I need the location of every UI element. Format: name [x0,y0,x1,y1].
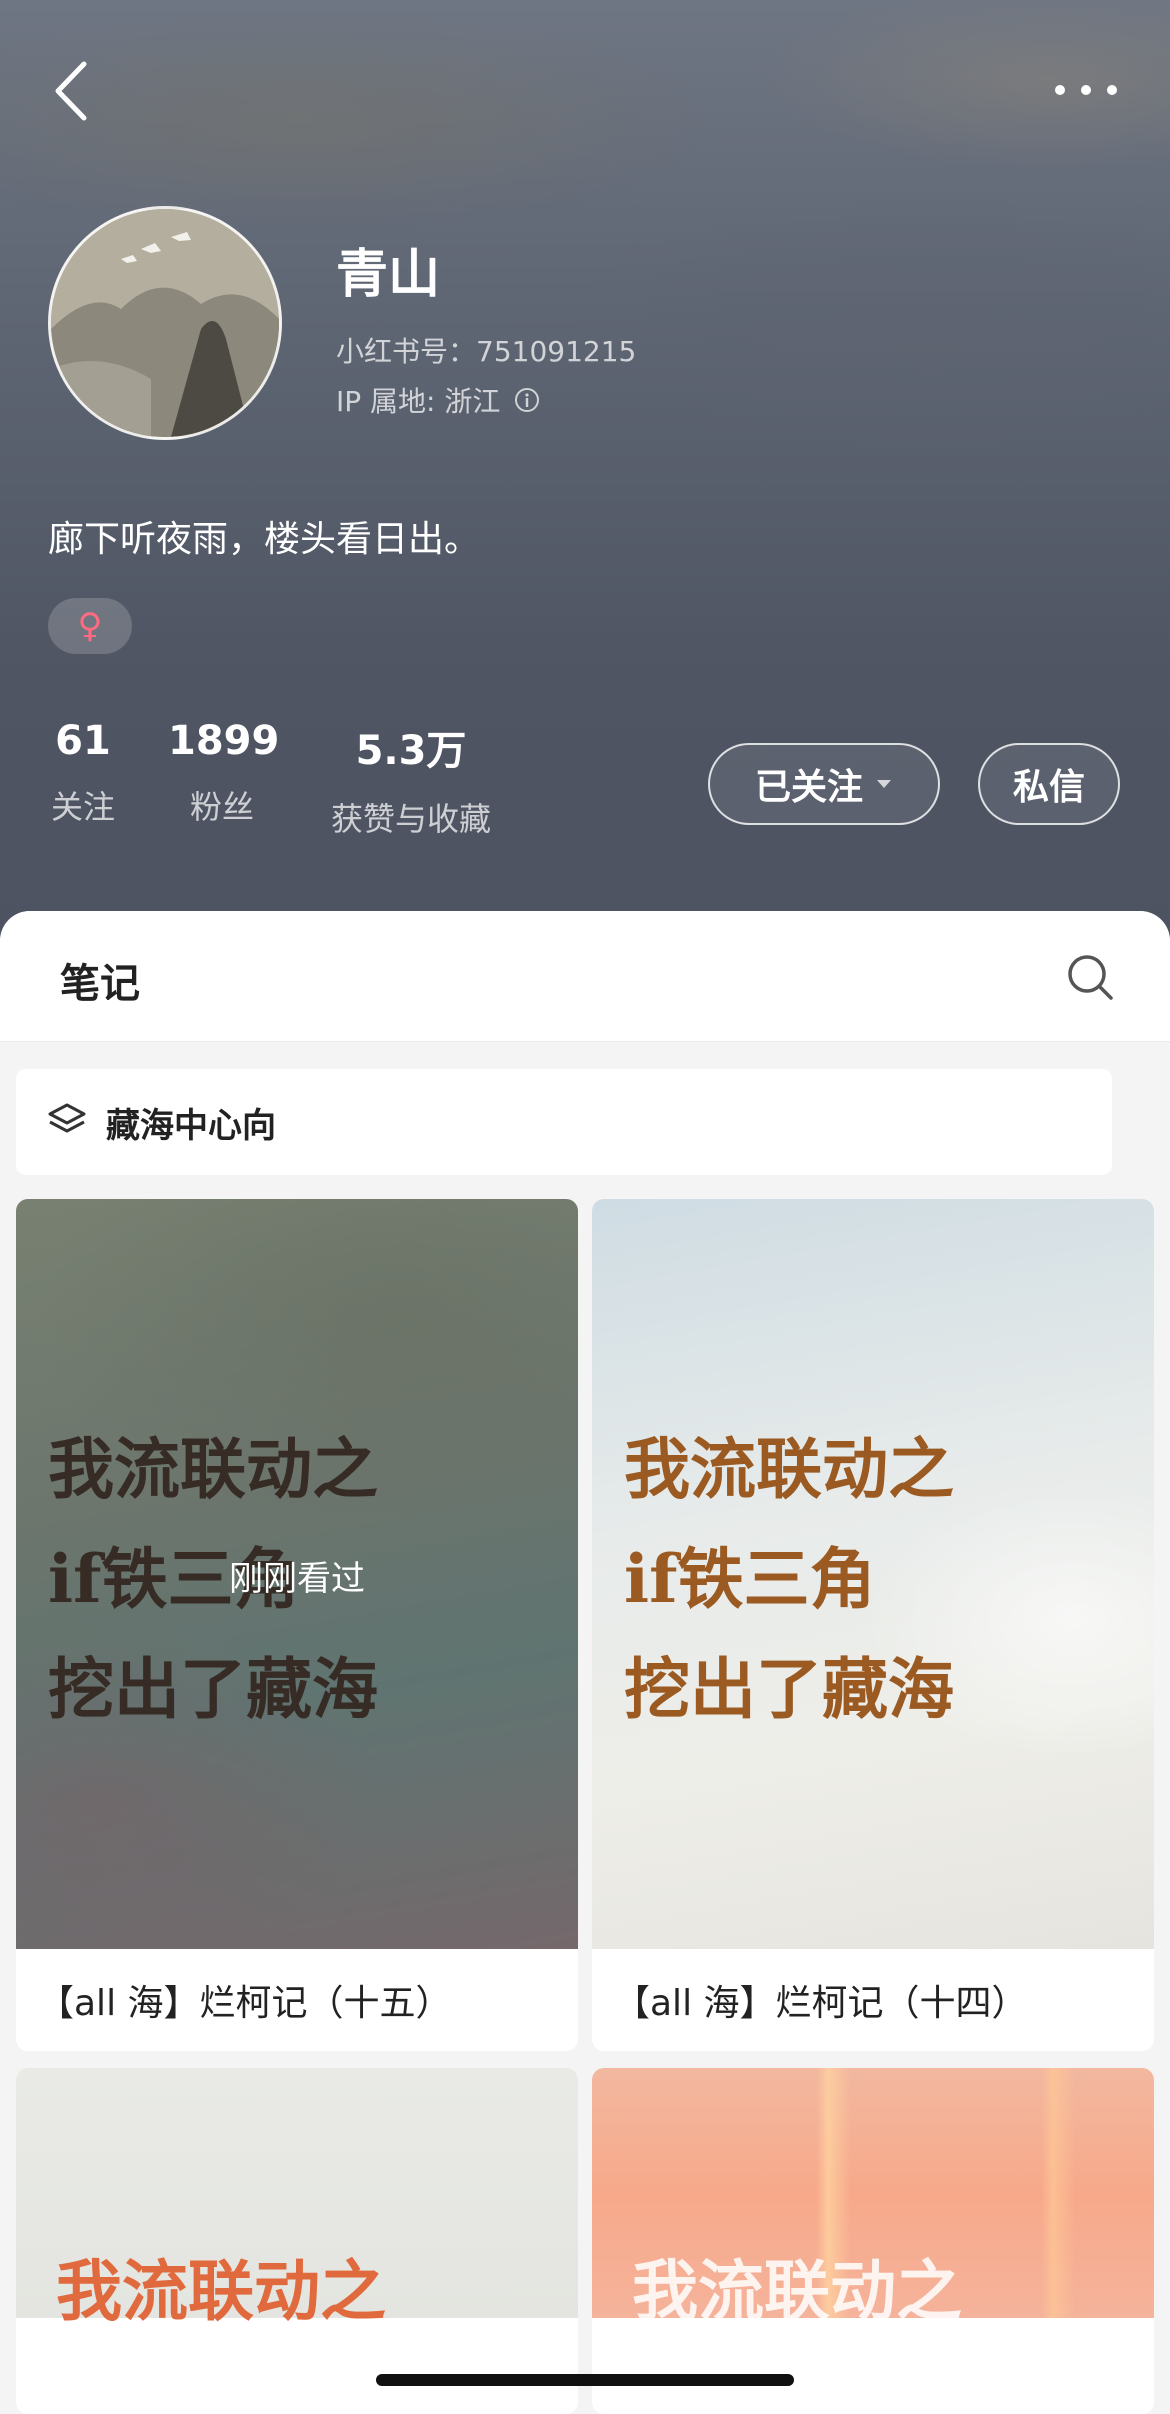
note-cover-image[interactable]: 我流联动之 if铁三角 挖出了藏海 刚刚看过 [16,1199,578,1949]
collection-album[interactable]: 藏海中心向 [16,1069,1112,1175]
note-title[interactable]: 【all 海】烂柯记（十五） [38,1974,452,2026]
note-card[interactable]: 我流联动之 if铁三角 挖出了藏海 刚刚看过 【all 海】烂柯记（十五） 青山… [16,1199,578,2051]
stat-fans-value: 1899 [168,718,280,764]
info-icon[interactable] [514,387,540,413]
following-button-label: 已关注 [754,767,863,808]
content-sheet: 笔记 藏海中心向 我流联动之 if铁三角 挖出了藏海 刚刚看过 【all 海】烂… [0,911,1170,2414]
following-button[interactable]: 已关注 [708,743,940,825]
watermark: @拉布拉蝶儿 [930,2360,1152,2404]
watermark-text: @拉布拉蝶儿 [972,2368,1152,2403]
home-indicator[interactable] [376,2374,794,2386]
message-button-label: 私信 [1012,767,1085,808]
redbook-id: 小红书号：751091215 [336,335,637,368]
gender-badge: ♀ [48,598,132,654]
cover-text: 我流联动之 [56,2252,386,2330]
more-options-icon[interactable] [1050,78,1122,102]
profile-bio: 廊下听夜雨，楼头看日出。 [48,519,481,560]
search-icon[interactable] [1064,951,1116,1003]
cover-text: 我流联动之 if铁三角 挖出了藏海 [624,1430,954,1728]
layers-icon [48,1103,86,1133]
stat-likes-value: 5.3万 [355,728,467,774]
profile-header: 青山 小红书号：751091215 IP 属地: 浙江 廊下听夜雨，楼头看日出。… [0,0,1170,960]
back-arrow-icon[interactable] [48,58,94,124]
female-icon: ♀ [77,606,103,646]
profile-name: 青山 [336,245,441,305]
weibo-logo-icon [931,2369,965,2396]
message-button[interactable]: 私信 [978,743,1120,825]
stat-following-label: 关注 [50,788,115,826]
avatar-landscape-image [51,209,279,437]
profile-avatar[interactable] [48,206,282,440]
stat-likes-collects[interactable]: 5.3万 获赞与收藏 [320,718,502,840]
recently-viewed-label: 刚刚看过 [229,1559,365,1599]
note-card[interactable]: 我流联动之 if铁三角 挖出了藏海 【all 海】烂柯记（十四） 青山 446 [592,1199,1154,2051]
collection-label: 藏海中心向 [106,1105,276,1146]
note-cover-image[interactable]: 我流联动之 [592,2068,1154,2330]
stat-likes-label: 获赞与收藏 [330,800,491,838]
note-cover-image[interactable]: 我流联动之 [16,2068,578,2330]
note-title[interactable]: 【all 海】烂柯记（十四） [614,1974,1028,2026]
stat-fans-label: 粉丝 [189,788,254,826]
stat-fans[interactable]: 1899 粉丝 [168,718,280,828]
dropdown-caret-icon [877,780,891,788]
stat-following-value: 61 [55,718,111,764]
tab-bar: 笔记 [0,911,1170,1042]
tab-notes[interactable]: 笔记 [60,951,140,1009]
ip-location-row: IP 属地: 浙江 [336,380,540,420]
ip-location: IP 属地: 浙江 [336,385,501,418]
note-cover-image[interactable]: 我流联动之 if铁三角 挖出了藏海 [592,1199,1154,1949]
stat-following[interactable]: 61 关注 [48,718,118,828]
note-card[interactable]: 我流联动之 [16,2068,578,2414]
cover-text: 我流联动之 [632,2252,962,2330]
